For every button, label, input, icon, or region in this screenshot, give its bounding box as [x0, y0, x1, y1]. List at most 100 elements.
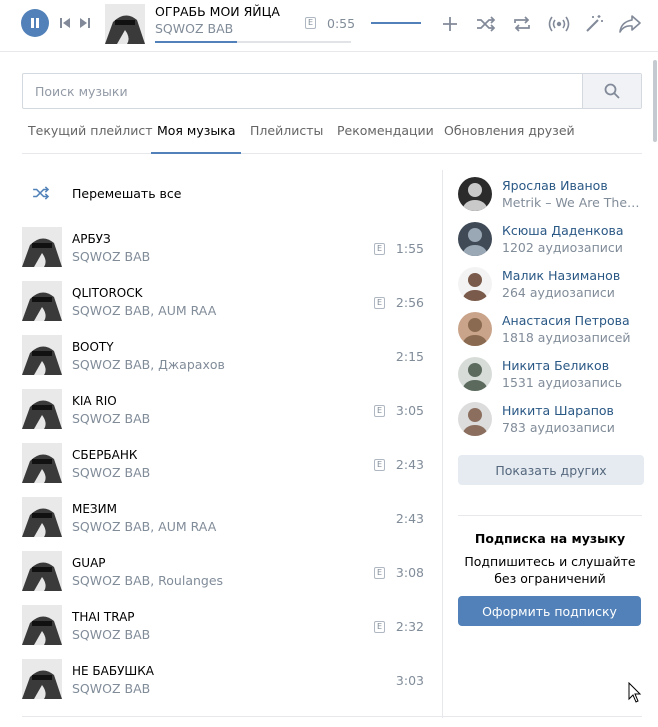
repeat-button[interactable] — [511, 14, 533, 34]
share-button[interactable] — [619, 14, 641, 34]
track-list: АРБУЗ SQWOZ BAB E 1:55 QLITOROCK SQWOZ BAB, A… — [22, 219, 432, 705]
track-row[interactable]: МЕЗИМ SQWOZ BAB, AUM RAA 2:43 — [22, 489, 432, 543]
track-cover[interactable] — [22, 443, 62, 483]
friend-subtitle: 1202 аудиозаписи — [502, 240, 623, 255]
track-cover[interactable] — [22, 659, 62, 699]
track-cover[interactable] — [22, 497, 62, 537]
friend-subtitle: 783 аудиозаписи — [502, 420, 615, 435]
avatar[interactable] — [458, 222, 492, 256]
friend-name[interactable]: Никита Беликов — [502, 358, 609, 373]
broadcast-icon — [548, 16, 570, 32]
track-title: THAI TRAP — [72, 610, 135, 624]
track-cover[interactable] — [22, 335, 62, 375]
bottom-divider — [22, 716, 642, 717]
track-duration: 1:55 — [395, 241, 424, 256]
track-row[interactable]: BOOTY SQWOZ BAB, Джарахов 2:15 — [22, 327, 432, 381]
add-icon — [443, 17, 457, 31]
track-cover[interactable] — [22, 227, 62, 267]
next-button[interactable] — [78, 16, 92, 30]
friend-name[interactable]: Ярослав Иванов — [502, 178, 608, 193]
track-duration: 2:32 — [395, 619, 424, 634]
friend-subtitle: 1818 аудиозаписей — [502, 330, 631, 345]
track-row[interactable]: АРБУЗ SQWOZ BAB E 1:55 — [22, 219, 432, 273]
section-divider — [458, 515, 642, 516]
track-cover[interactable] — [22, 281, 62, 321]
track-artist[interactable]: SQWOZ BAB, AUM RAA — [72, 303, 216, 318]
track-artist[interactable]: SQWOZ BAB, Roulanges — [72, 573, 223, 588]
track-row[interactable]: THAI TRAP SQWOZ BAB E 2:32 — [22, 597, 432, 651]
track-cover[interactable] — [22, 389, 62, 429]
search-button[interactable] — [582, 74, 641, 108]
subscription-title: Подписка на музыку — [474, 531, 626, 546]
track-artist[interactable]: SQWOZ BAB — [72, 411, 150, 426]
track-cover[interactable] — [22, 605, 62, 645]
prev-button[interactable] — [58, 16, 72, 30]
share-icon — [619, 15, 641, 33]
friend-item[interactable]: Анастасия Петрова 1818 аудиозаписей — [458, 311, 642, 356]
avatar[interactable] — [458, 312, 492, 346]
friend-name[interactable]: Анастасия Петрова — [502, 313, 630, 328]
track-duration: 3:03 — [395, 673, 424, 688]
tab-recommendations[interactable]: Рекомендации — [337, 114, 434, 154]
subscription-text: Подпишитесь и слушайте без ограничений — [464, 554, 636, 586]
track-duration: 3:05 — [395, 403, 424, 418]
track-duration: 2:56 — [395, 295, 424, 310]
show-more-friends-button[interactable]: Показать других — [458, 455, 644, 485]
friend-item[interactable]: Ярослав Иванов Metrik – We Are The En… — [458, 176, 642, 221]
track-duration: 3:08 — [395, 565, 424, 580]
avatar[interactable] — [458, 267, 492, 301]
track-row[interactable]: QLITOROCK SQWOZ BAB, AUM RAA E 2:56 — [22, 273, 432, 327]
track-artist[interactable]: SQWOZ BAB — [72, 627, 150, 642]
now-playing-time: 0:55 — [327, 16, 356, 31]
track-row[interactable]: KIA RIO SQWOZ BAB E 3:05 — [22, 381, 432, 435]
avatar[interactable] — [458, 402, 492, 436]
avatar[interactable] — [458, 357, 492, 391]
friend-name[interactable]: Малик Назиманов — [502, 268, 620, 283]
track-row[interactable]: НЕ БАБУШКА SQWOZ BAB 3:03 — [22, 651, 432, 705]
next-icon — [80, 18, 90, 28]
broadcast-button[interactable] — [547, 13, 571, 35]
magic-button[interactable] — [583, 13, 605, 35]
now-playing-artist[interactable]: SQWOZ BAB — [155, 21, 233, 36]
friend-item[interactable]: Никита Беликов 1531 аудиозапись — [458, 356, 642, 401]
audio-player: ОГРАБЬ МОИ ЯЙЦА SQWOZ BAB E 0:55 — [0, 0, 658, 52]
scrollbar[interactable] — [653, 60, 657, 142]
pause-button[interactable] — [21, 9, 49, 37]
track-artist[interactable]: SQWOZ BAB, AUM RAA — [72, 519, 216, 534]
shuffle-button[interactable] — [475, 14, 497, 34]
now-playing-cover — [105, 4, 145, 44]
friend-item[interactable]: Ксюша Даденкова 1202 аудиозаписи — [458, 221, 642, 266]
search-input[interactable] — [23, 74, 583, 108]
avatar[interactable] — [458, 177, 492, 211]
friend-name[interactable]: Никита Шарапов — [502, 403, 614, 418]
track-row[interactable]: СБЕРБАНК SQWOZ BAB E 2:43 — [22, 435, 432, 489]
shuffle-all-label: Перемешать все — [72, 186, 182, 201]
track-title: QLITOROCK — [72, 286, 143, 300]
explicit-badge: E — [374, 567, 385, 579]
friend-item[interactable]: Малик Назиманов 264 аудиозаписи — [458, 266, 642, 311]
explicit-badge: E — [374, 405, 385, 417]
progress-bar[interactable] — [155, 41, 351, 43]
tab-current-playlist[interactable]: Текущий плейлист — [28, 114, 153, 154]
track-artist[interactable]: SQWOZ BAB — [72, 249, 150, 264]
tab-playlists[interactable]: Плейлисты — [250, 114, 323, 154]
track-artist[interactable]: SQWOZ BAB — [72, 465, 150, 480]
track-duration: 2:15 — [395, 349, 424, 364]
friend-item[interactable]: Никита Шарапов 783 аудиозаписи — [458, 401, 642, 446]
add-button[interactable] — [441, 15, 459, 33]
friends-list: Ярослав Иванов Metrik – We Are The En… Ксю… — [458, 176, 642, 446]
subscribe-button[interactable]: Оформить подписку — [458, 596, 641, 626]
music-tabs: Текущий плейлист Моя музыка Плейлисты Ре… — [22, 114, 642, 154]
shuffle-icon — [477, 16, 496, 32]
now-playing-title: ОГРАБЬ МОИ ЯЙЦА — [155, 4, 280, 19]
tab-my-music[interactable]: Моя музыка — [151, 114, 242, 154]
track-cover[interactable] — [22, 551, 62, 591]
friend-subtitle: Metrik – We Are The En… — [502, 195, 642, 210]
track-row[interactable]: GUAP SQWOZ BAB, Roulanges E 3:08 — [22, 543, 432, 597]
volume-slider[interactable] — [371, 22, 421, 24]
tab-friends-updates[interactable]: Обновления друзей — [444, 114, 575, 154]
track-artist[interactable]: SQWOZ BAB — [72, 681, 150, 696]
friend-subtitle: 1531 аудиозапись — [502, 375, 623, 390]
friend-name[interactable]: Ксюша Даденкова — [502, 223, 624, 238]
track-artist[interactable]: SQWOZ BAB, Джарахов — [72, 357, 225, 372]
